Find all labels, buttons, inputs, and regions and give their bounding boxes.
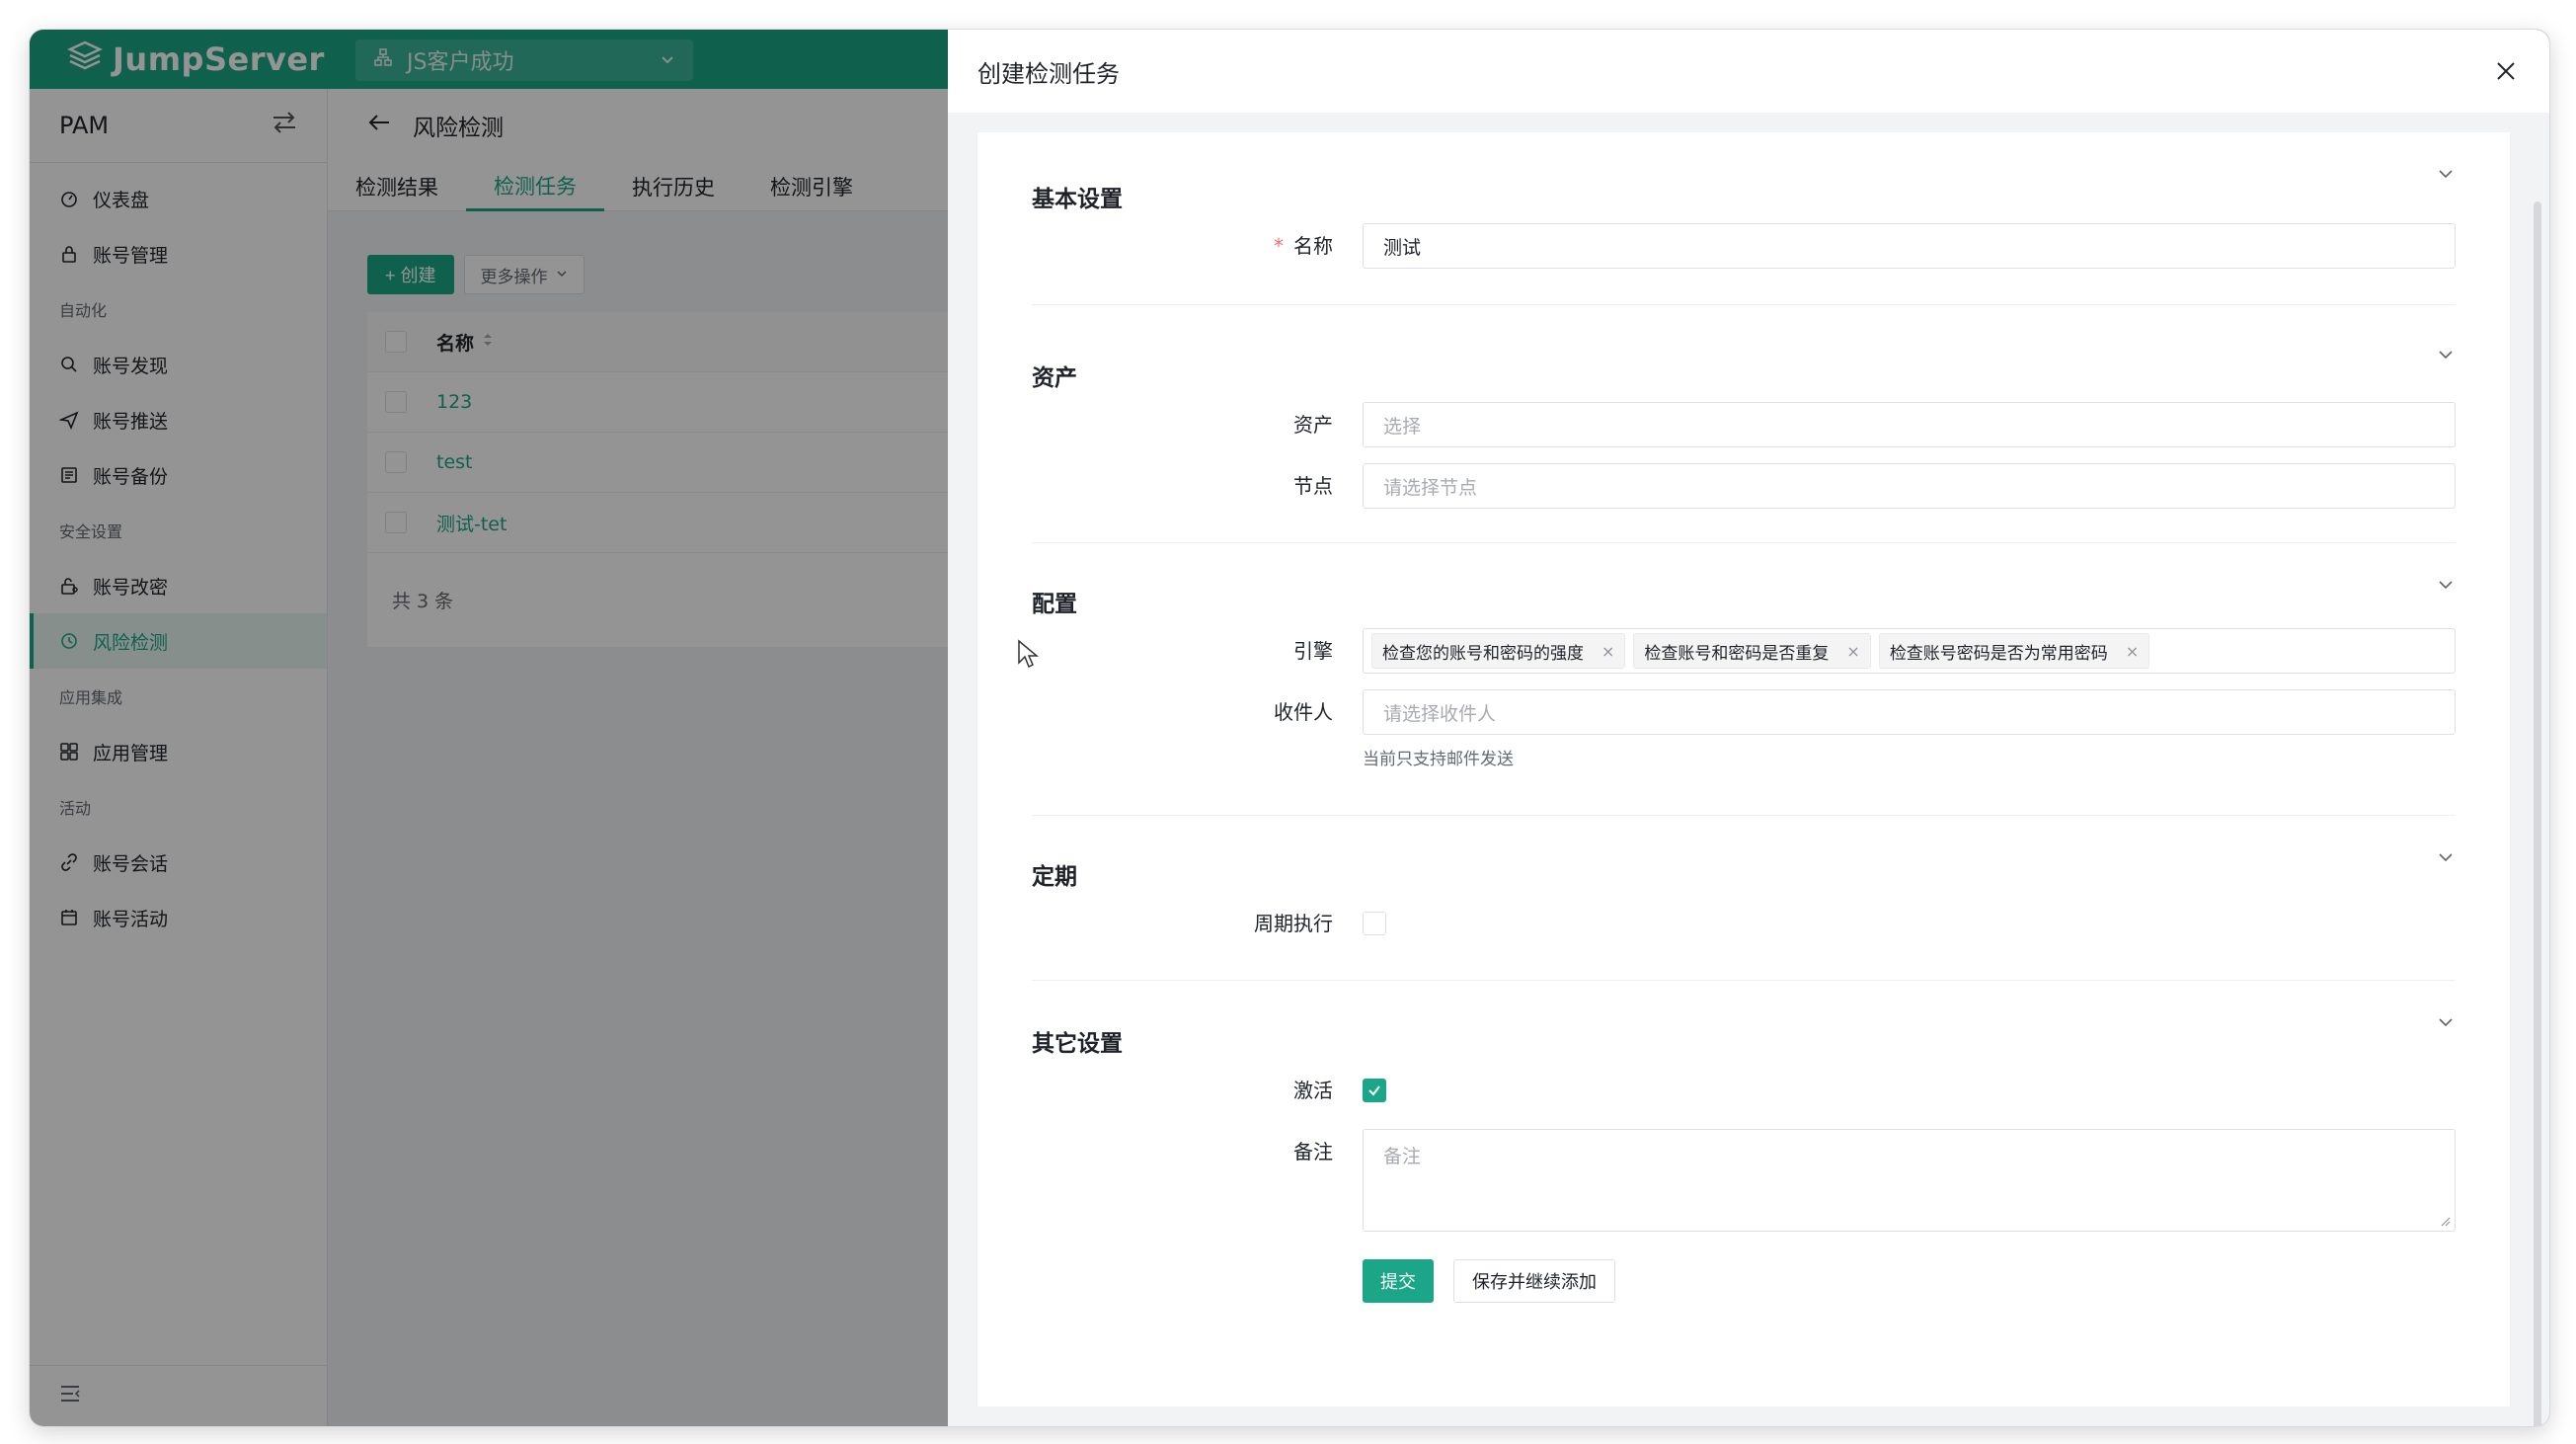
form-row-node: 节点 请选择节点 <box>1032 463 2456 509</box>
drawer-header: 创建检测任务 <box>948 30 2549 113</box>
active-checkbox[interactable] <box>1363 1079 1386 1102</box>
name-label: 名称 <box>1293 234 1333 258</box>
comment-label: 备注 <box>1293 1140 1333 1163</box>
active-label: 激活 <box>1293 1079 1333 1102</box>
chevron-down-icon[interactable] <box>2436 164 2456 184</box>
section-title: 基本设置 <box>1032 187 1123 212</box>
close-icon[interactable] <box>2492 57 2520 85</box>
section-basic: 基本设置 * 名称 测试 <box>1032 132 2456 305</box>
periodic-checkbox[interactable] <box>1363 912 1386 935</box>
engine-label: 引擎 <box>1293 639 1333 663</box>
recipient-hint: 当前只支持邮件发送 <box>1363 750 1514 769</box>
engine-tag: 检查您的账号和密码的强度 × <box>1371 633 1626 669</box>
form-row-recipient: 收件人 请选择收件人 当前只支持邮件发送 <box>1032 689 2456 769</box>
asset-label: 资产 <box>1293 413 1333 437</box>
engine-tag-label: 检查账号和密码是否重复 <box>1644 643 1830 664</box>
recipient-label: 收件人 <box>1274 700 1333 724</box>
section-config: 配置 引擎 检查您的账号和密码的强度 × 检查账号和密码是否重复 × 检查账号密码是… <box>1032 543 2456 816</box>
section-assets: 资产 资产 选择 节点 请选择节点 <box>1032 305 2456 543</box>
form-row-engine: 引擎 检查您的账号和密码的强度 × 检查账号和密码是否重复 × 检查账号密码是否为常… <box>1032 628 2456 674</box>
form-row-periodic: 周期执行 <box>1032 901 2456 946</box>
check-icon <box>1368 1085 1380 1096</box>
form-row-comment: 备注 备注 <box>1032 1129 2456 1232</box>
submit-button[interactable]: 提交 <box>1363 1259 1434 1303</box>
resize-handle-icon <box>2441 1217 2451 1227</box>
task-form: 基本设置 * 名称 测试 资产 资产 选择 节点 请选择节点 配置 引擎 检查您… <box>977 132 2510 1406</box>
section-other: 其它设置 激活 备注 备注 提交 保存并继续添加 <box>1032 981 2456 1303</box>
required-marker: * <box>1274 234 1284 258</box>
comment-placeholder: 备注 <box>1383 1146 1422 1167</box>
periodic-label: 周期执行 <box>1254 912 1333 935</box>
section-title: 配置 <box>1032 592 1077 617</box>
app-window: JumpServer JS客户成功 PAM 仪表盘 账号管理 自动化 账号发现 … <box>30 30 2549 1426</box>
section-periodic: 定期 周期执行 <box>1032 816 2456 981</box>
engine-select[interactable]: 检查您的账号和密码的强度 × 检查账号和密码是否重复 × 检查账号密码是否为常用密码… <box>1363 628 2456 674</box>
create-task-drawer: 创建检测任务 基本设置 * 名称 测试 资产 资产 选择 节点 请选择节点 配置… <box>948 30 2549 1426</box>
chevron-down-icon[interactable] <box>2436 1012 2456 1032</box>
form-row-asset: 资产 选择 <box>1032 402 2456 447</box>
engine-tag-label: 检查账号密码是否为常用密码 <box>1889 643 2108 664</box>
chevron-down-icon[interactable] <box>2436 847 2456 867</box>
section-title: 资产 <box>1032 365 1077 391</box>
form-actions: 提交 保存并继续添加 <box>1032 1259 2456 1303</box>
recipient-select[interactable]: 请选择收件人 <box>1363 689 2456 735</box>
form-row-name: * 名称 测试 <box>1032 223 2456 269</box>
chevron-down-icon[interactable] <box>2436 345 2456 364</box>
save-and-continue-button[interactable]: 保存并继续添加 <box>1453 1259 1615 1303</box>
asset-select[interactable]: 选择 <box>1363 402 2456 447</box>
close-icon[interactable]: × <box>2126 642 2139 661</box>
section-title: 其它设置 <box>1032 1031 1123 1057</box>
node-select[interactable]: 请选择节点 <box>1363 463 2456 509</box>
drawer-scrollbar[interactable] <box>2534 201 2541 1426</box>
comment-textarea[interactable]: 备注 <box>1363 1129 2456 1232</box>
drawer-title: 创建检测任务 <box>977 59 1120 88</box>
form-row-active: 激活 <box>1032 1068 2456 1113</box>
close-icon[interactable]: × <box>1601 642 1614 661</box>
drawer-body: 基本设置 * 名称 测试 资产 资产 选择 节点 请选择节点 配置 引擎 检查您… <box>948 113 2549 1426</box>
section-title: 定期 <box>1032 864 1077 890</box>
name-input[interactable]: 测试 <box>1363 223 2456 269</box>
engine-tag: 检查账号和密码是否重复 × <box>1633 633 1871 669</box>
mouse-cursor-icon <box>1018 639 1039 669</box>
chevron-down-icon[interactable] <box>2436 575 2456 595</box>
close-icon[interactable]: × <box>1846 642 1859 661</box>
engine-tag-label: 检查您的账号和密码的强度 <box>1382 643 1584 664</box>
engine-tag: 检查账号密码是否为常用密码 × <box>1878 633 2150 669</box>
node-label: 节点 <box>1293 474 1333 498</box>
